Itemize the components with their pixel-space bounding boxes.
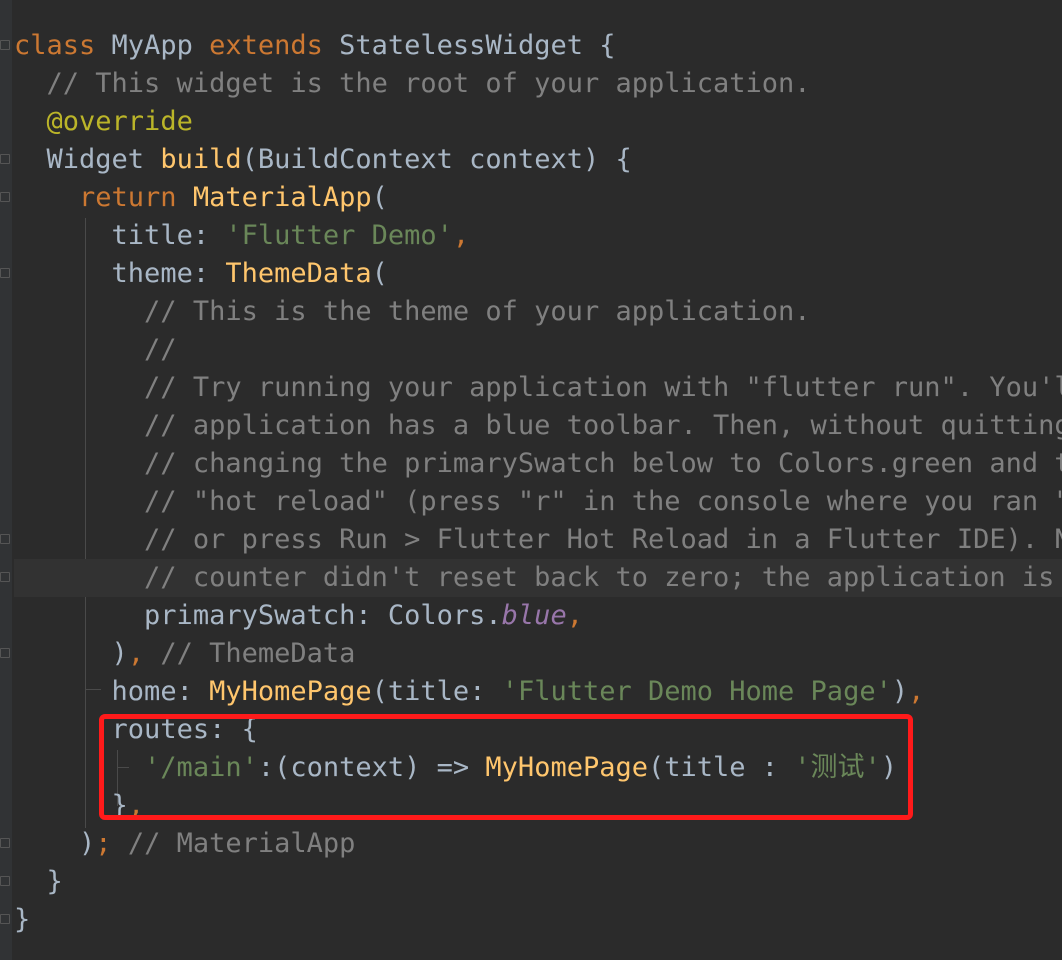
code-token: // counter didn't reset back to zero; th… (144, 562, 1062, 593)
code-line[interactable]: home: MyHomePage(title: 'Flutter Demo Ho… (14, 673, 1062, 711)
code-line[interactable]: return MaterialApp( (0, 179, 1062, 217)
code-token: blue (501, 600, 567, 631)
code-line[interactable]: Widget build(BuildContext context) { (0, 141, 1062, 179)
code-line[interactable]: // (14, 331, 1062, 369)
code-line[interactable]: // Try running your application with "fl… (14, 369, 1062, 407)
code-line[interactable]: title: 'Flutter Demo', (14, 217, 1062, 255)
code-token: // ThemeData (144, 638, 356, 669)
code-token: // This is the theme of your application… (144, 296, 811, 327)
routes-highlight-box (99, 714, 913, 820)
code-token: return (79, 182, 193, 213)
code-line[interactable]: ), // ThemeData (0, 635, 1062, 673)
code-token: extends (209, 30, 340, 61)
fold-icon[interactable] (0, 648, 10, 658)
code-token: // changing the primarySwatch below to C… (144, 448, 1062, 479)
code-token: MyHomePage (209, 676, 372, 707)
code-token: @ (46, 106, 63, 137)
code-token: // application has a blue toolbar. Then,… (144, 410, 1062, 441)
code-line[interactable]: // or press Run > Flutter Hot Reload in … (0, 521, 1062, 559)
code-token: home: (111, 676, 210, 707)
code-token: , (908, 676, 925, 707)
code-token: ) (111, 638, 128, 669)
code-token: build (160, 144, 242, 175)
code-token: class (14, 30, 112, 61)
code-token: title: (111, 220, 226, 251)
code-line[interactable]: // This is the theme of your application… (14, 293, 1062, 331)
code-token: 'Flutter Demo' (225, 220, 453, 251)
fold-icon[interactable] (0, 876, 10, 886)
code-token: // Try running your application with "fl… (144, 372, 1062, 403)
code-line[interactable]: // "hot reload" (press "r" in the consol… (14, 483, 1062, 521)
code-token: (title: (371, 676, 502, 707)
fold-icon[interactable] (0, 838, 10, 848)
code-line[interactable]: // This widget is the root of your appli… (14, 65, 1062, 103)
code-token: ; (95, 828, 112, 859)
code-line[interactable]: // counter didn't reset back to zero; th… (0, 559, 1062, 597)
code-line[interactable]: // application has a blue toolbar. Then,… (14, 407, 1062, 445)
code-token: } (46, 866, 63, 897)
code-token: // This widget is the root of your appli… (46, 68, 811, 99)
code-line[interactable]: ); // MaterialApp (0, 825, 1062, 863)
fold-icon[interactable] (0, 534, 10, 544)
code-line[interactable]: theme: ThemeData( (0, 255, 1062, 293)
code-token: } (14, 904, 31, 935)
code-token: , (127, 638, 145, 669)
code-token: ( (371, 182, 388, 213)
fold-icon[interactable] (0, 154, 10, 164)
fold-icon[interactable] (0, 572, 10, 582)
code-line[interactable]: @override (14, 103, 1062, 141)
code-token: MaterialApp (192, 182, 372, 213)
code-token: ) (79, 828, 96, 859)
code-token: // (144, 334, 177, 365)
editor-gutter[interactable] (0, 0, 12, 960)
code-token: , (566, 600, 583, 631)
code-line[interactable]: primarySwatch: Colors.blue, (14, 597, 1062, 635)
code-editor[interactable]: class MyApp extends StatelessWidget { //… (0, 0, 1062, 960)
code-token: StatelessWidget { (339, 30, 616, 61)
code-line[interactable]: // changing the primarySwatch below to C… (14, 445, 1062, 483)
code-token: Widget (46, 144, 161, 175)
code-token: , (452, 220, 470, 251)
code-line[interactable]: } (0, 863, 1062, 901)
code-token: theme: (111, 258, 226, 289)
code-token: ) (891, 676, 909, 707)
code-token: (BuildContext context) { (241, 144, 632, 175)
code-token: MyApp (111, 30, 210, 61)
code-token: // MaterialApp (111, 828, 356, 859)
code-token: // or press Run > Flutter Hot Reload in … (144, 524, 1062, 555)
code-token: // "hot reload" (press "r" in the consol… (144, 486, 1062, 517)
code-token: primarySwatch: Colors. (144, 600, 502, 631)
code-line[interactable]: } (0, 901, 1062, 939)
fold-icon[interactable] (0, 914, 10, 924)
code-token: ThemeData (225, 258, 372, 289)
code-line[interactable]: class MyApp extends StatelessWidget { (0, 27, 1062, 65)
code-token: 'Flutter Demo Home Page' (501, 676, 892, 707)
code-token: override (62, 106, 193, 137)
fold-icon[interactable] (0, 40, 10, 50)
code-token: ( (371, 258, 388, 289)
fold-icon[interactable] (0, 268, 10, 278)
fold-icon[interactable] (0, 192, 10, 202)
